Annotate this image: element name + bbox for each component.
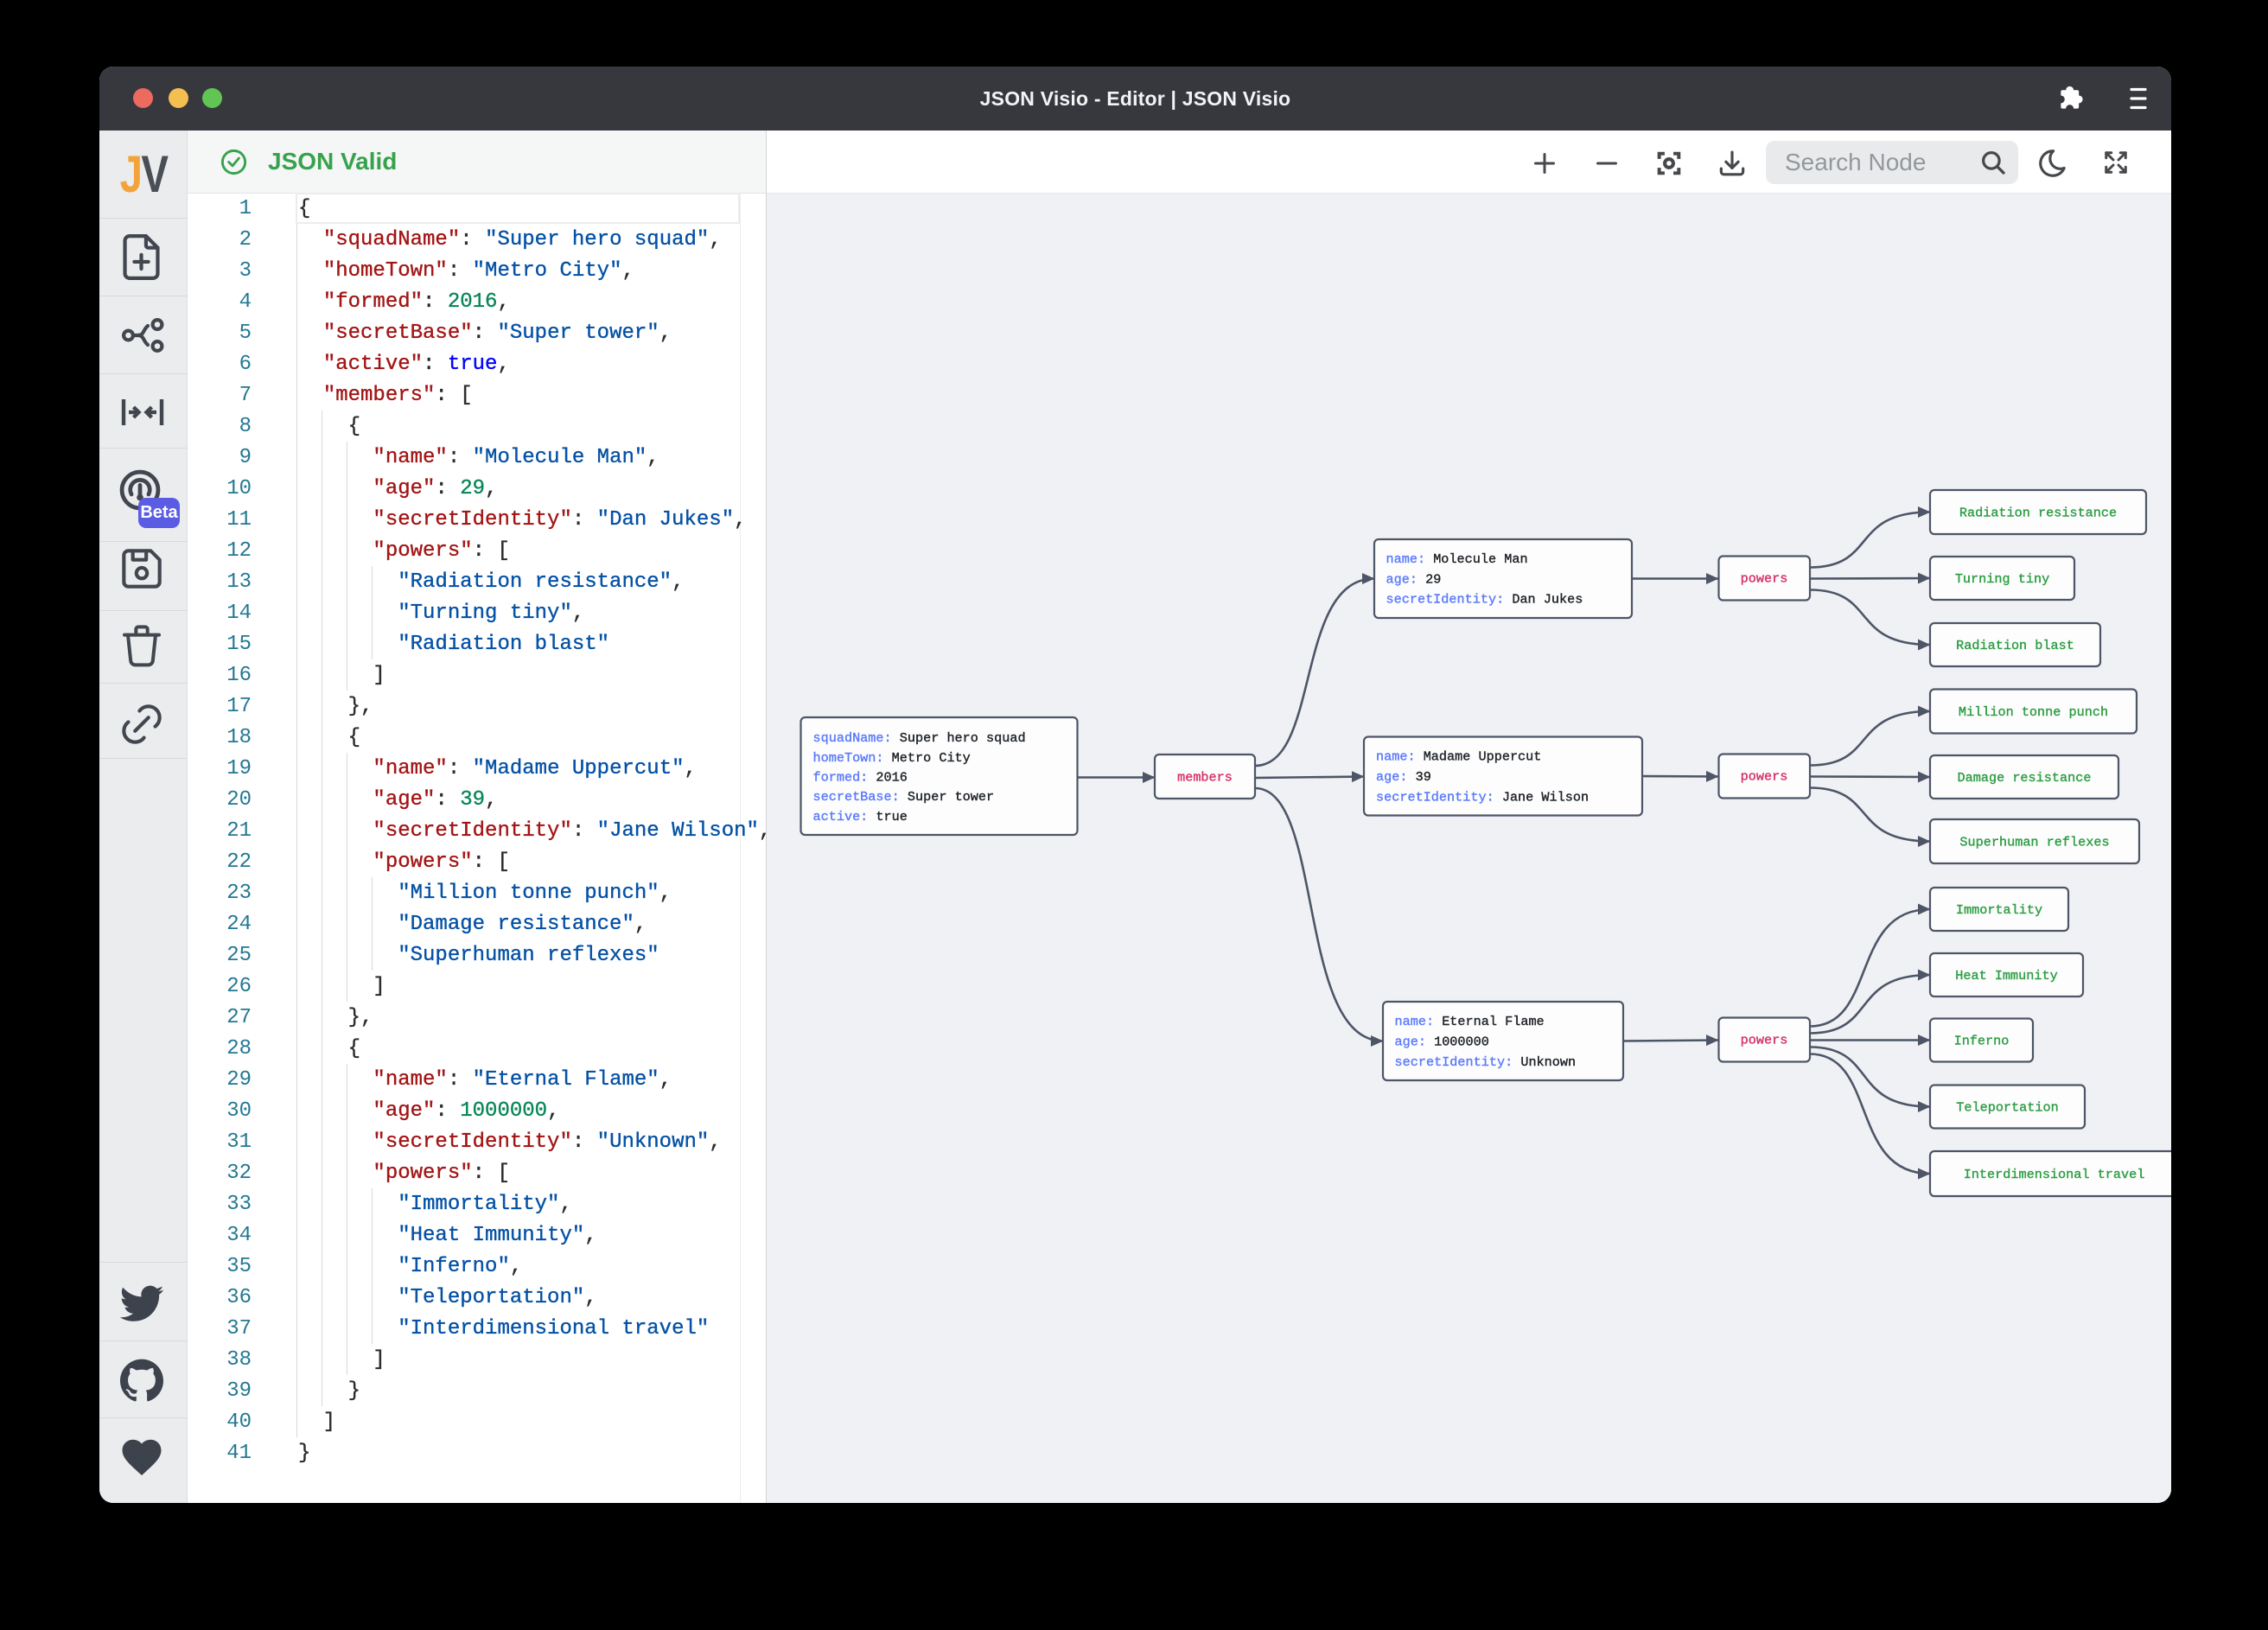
svg-text:Inferno: Inferno xyxy=(1954,1034,2010,1049)
svg-text:secretBase: Super tower: secretBase: Super tower xyxy=(813,789,995,805)
svg-text:age: 29: age: 29 xyxy=(1386,572,1442,588)
svg-text:name: Eternal Flame: name: Eternal Flame xyxy=(1395,1014,1545,1029)
svg-text:secretIdentity: Jane Wilson: secretIdentity: Jane Wilson xyxy=(1376,790,1589,805)
svg-text:Million tonne punch: Million tonne punch xyxy=(1959,704,2108,720)
svg-text:Damage resistance: Damage resistance xyxy=(1958,770,2092,786)
svg-text:Radiation resistance: Radiation resistance xyxy=(1959,506,2117,521)
svg-text:powers: powers xyxy=(1741,1033,1788,1048)
svg-text:Immortality: Immortality xyxy=(1956,902,2042,918)
svg-text:age: 1000000: age: 1000000 xyxy=(1395,1035,1489,1050)
svg-text:homeTown: Metro City: homeTown: Metro City xyxy=(813,750,971,766)
svg-text:members: members xyxy=(1177,770,1233,786)
svg-text:Interdimensional travel: Interdimensional travel xyxy=(1964,1167,2145,1182)
svg-text:Radiation blast: Radiation blast xyxy=(1956,638,2074,653)
svg-text:Teleportation: Teleportation xyxy=(1956,1100,2058,1116)
svg-text:Superhuman reflexes: Superhuman reflexes xyxy=(1959,835,2109,850)
svg-text:powers: powers xyxy=(1741,571,1788,587)
svg-text:name: Madame Uppercut: name: Madame Uppercut xyxy=(1376,749,1541,765)
svg-text:squadName: Super hero squad: squadName: Super hero squad xyxy=(813,730,1026,746)
svg-text:powers: powers xyxy=(1741,769,1788,785)
svg-text:Heat Immunity: Heat Immunity xyxy=(1955,968,2057,984)
svg-text:secretIdentity: Unknown: secretIdentity: Unknown xyxy=(1395,1054,1577,1070)
svg-text:formed: 2016: formed: 2016 xyxy=(813,770,908,786)
svg-text:name: Molecule Man: name: Molecule Man xyxy=(1386,551,1528,567)
svg-text:active: true: active: true xyxy=(813,809,908,825)
svg-text:age: 39: age: 39 xyxy=(1376,769,1431,785)
svg-text:Turning tiny: Turning tiny xyxy=(1955,571,2049,587)
svg-text:secretIdentity: Dan Jukes: secretIdentity: Dan Jukes xyxy=(1386,592,1583,608)
